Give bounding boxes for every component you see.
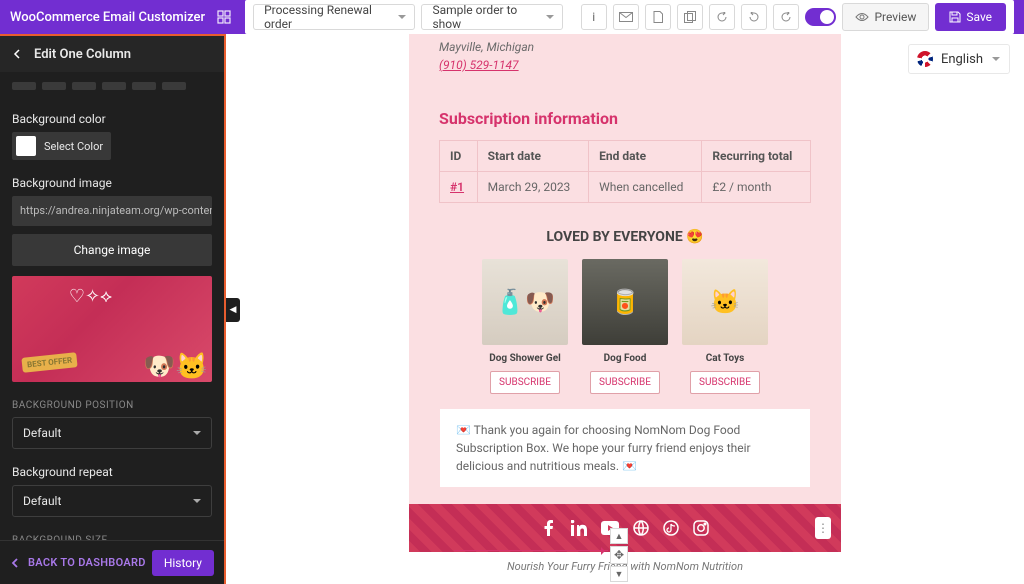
col-total: Recurring total	[702, 141, 811, 172]
color-swatch	[16, 136, 36, 156]
bg-position-select[interactable]: Default	[12, 417, 212, 449]
move-up-button[interactable]: ▲	[610, 528, 628, 544]
app-brand: WooCommerce Email Customizer	[10, 10, 205, 25]
panel-title: Edit One Column	[34, 47, 131, 62]
tiktok-icon[interactable]	[663, 520, 679, 536]
product-image: 🐱	[682, 259, 768, 345]
product-name: Dog Food	[582, 353, 668, 364]
subscribe-button[interactable]: SUBSCRIBE	[490, 371, 560, 394]
product-name: Cat Toys	[682, 353, 768, 364]
col-id: ID	[440, 141, 478, 172]
change-image-button[interactable]: Change image	[12, 234, 212, 266]
bg-position-label: BACKGROUND POSITION	[12, 400, 212, 411]
footer-menu-icon[interactable]: ⋮	[815, 517, 831, 539]
document-icon[interactable]	[645, 4, 671, 30]
sample-order-select[interactable]: Sample order to show	[421, 4, 563, 30]
subscription-table: ID Start date End date Recurring total #…	[439, 140, 811, 203]
move-down-button[interactable]: ▼	[610, 566, 628, 582]
back-arrow-icon	[10, 557, 22, 569]
col-start: Start date	[477, 141, 588, 172]
subscription-id-link[interactable]: #1	[450, 180, 464, 194]
order-type-select[interactable]: Processing Renewal order	[253, 4, 415, 30]
website-icon[interactable]	[633, 520, 649, 536]
side-panel: Edit One Column Background color Select …	[0, 34, 226, 584]
product-card: 🧴🐶 Dog Shower Gel SUBSCRIBE	[482, 259, 568, 394]
redo-icon[interactable]	[773, 4, 799, 30]
bg-color-picker[interactable]: Select Color	[12, 132, 111, 160]
product-card: 🐱 Cat Toys SUBSCRIBE	[682, 259, 768, 394]
instagram-icon[interactable]	[693, 520, 709, 536]
bg-repeat-label: Background repeat	[12, 465, 212, 479]
eye-icon	[855, 12, 869, 22]
address-city: Mayville, Michigan	[439, 34, 811, 54]
preview-toggle[interactable]	[805, 8, 836, 26]
block-drag-controls: ▲ ✥ ▼	[608, 528, 630, 582]
product-card: 🥫 Dog Food SUBSCRIBE	[582, 259, 668, 394]
best-offer-tag: BEST OFFER	[21, 352, 77, 373]
mail-icon[interactable]	[613, 4, 639, 30]
back-arrow-icon[interactable]	[12, 48, 24, 60]
bg-repeat-select[interactable]: Default	[12, 485, 212, 517]
col-end: End date	[589, 141, 702, 172]
thank-you-text: 💌 Thank you again for choosing NomNom Do…	[439, 408, 811, 488]
linkedin-icon[interactable]	[571, 520, 587, 536]
copy-icon[interactable]	[677, 4, 703, 30]
back-to-dashboard-link[interactable]: BACK TO DASHBOARD	[10, 556, 146, 569]
bg-image-label: Background image	[12, 176, 212, 190]
bg-image-url-input[interactable]: https://andrea.ninjateam.org/wp-content/…	[12, 196, 212, 226]
flag-uk-icon	[917, 51, 933, 67]
table-row: #1 March 29, 2023 When cancelled £2 / mo…	[440, 172, 811, 203]
subscription-heading: Subscription information	[439, 109, 811, 128]
save-icon	[949, 11, 961, 23]
info-icon[interactable]: i	[581, 4, 607, 30]
move-handle[interactable]: ✥	[610, 546, 628, 564]
panel-tabs	[12, 72, 212, 104]
product-image: 🧴🐶	[482, 259, 568, 345]
subscribe-button[interactable]: SUBSCRIBE	[690, 371, 760, 394]
subscribe-button[interactable]: SUBSCRIBE	[590, 371, 660, 394]
preview-button[interactable]: Preview	[842, 3, 929, 31]
bg-image-preview: ♡✧⟡ BEST OFFER 🐶🐱	[12, 276, 212, 382]
loved-heading: LOVED BY EVERYONE 😍	[439, 229, 811, 245]
collapse-panel-handle[interactable]	[226, 298, 240, 322]
phone-link[interactable]: (910) 529-1147	[439, 58, 519, 72]
language-select[interactable]: English	[908, 44, 1010, 74]
history-button[interactable]: History	[152, 550, 214, 576]
pointer-arrow	[454, 550, 608, 551]
grid-icon[interactable]	[217, 10, 231, 24]
facebook-icon[interactable]	[541, 520, 557, 536]
product-image: 🥫	[582, 259, 668, 345]
bg-color-label: Background color	[12, 112, 212, 126]
save-button[interactable]: Save	[935, 3, 1006, 31]
product-name: Dog Shower Gel	[482, 353, 568, 364]
undo-icon[interactable]	[741, 4, 767, 30]
redo-alt-icon[interactable]	[709, 4, 735, 30]
